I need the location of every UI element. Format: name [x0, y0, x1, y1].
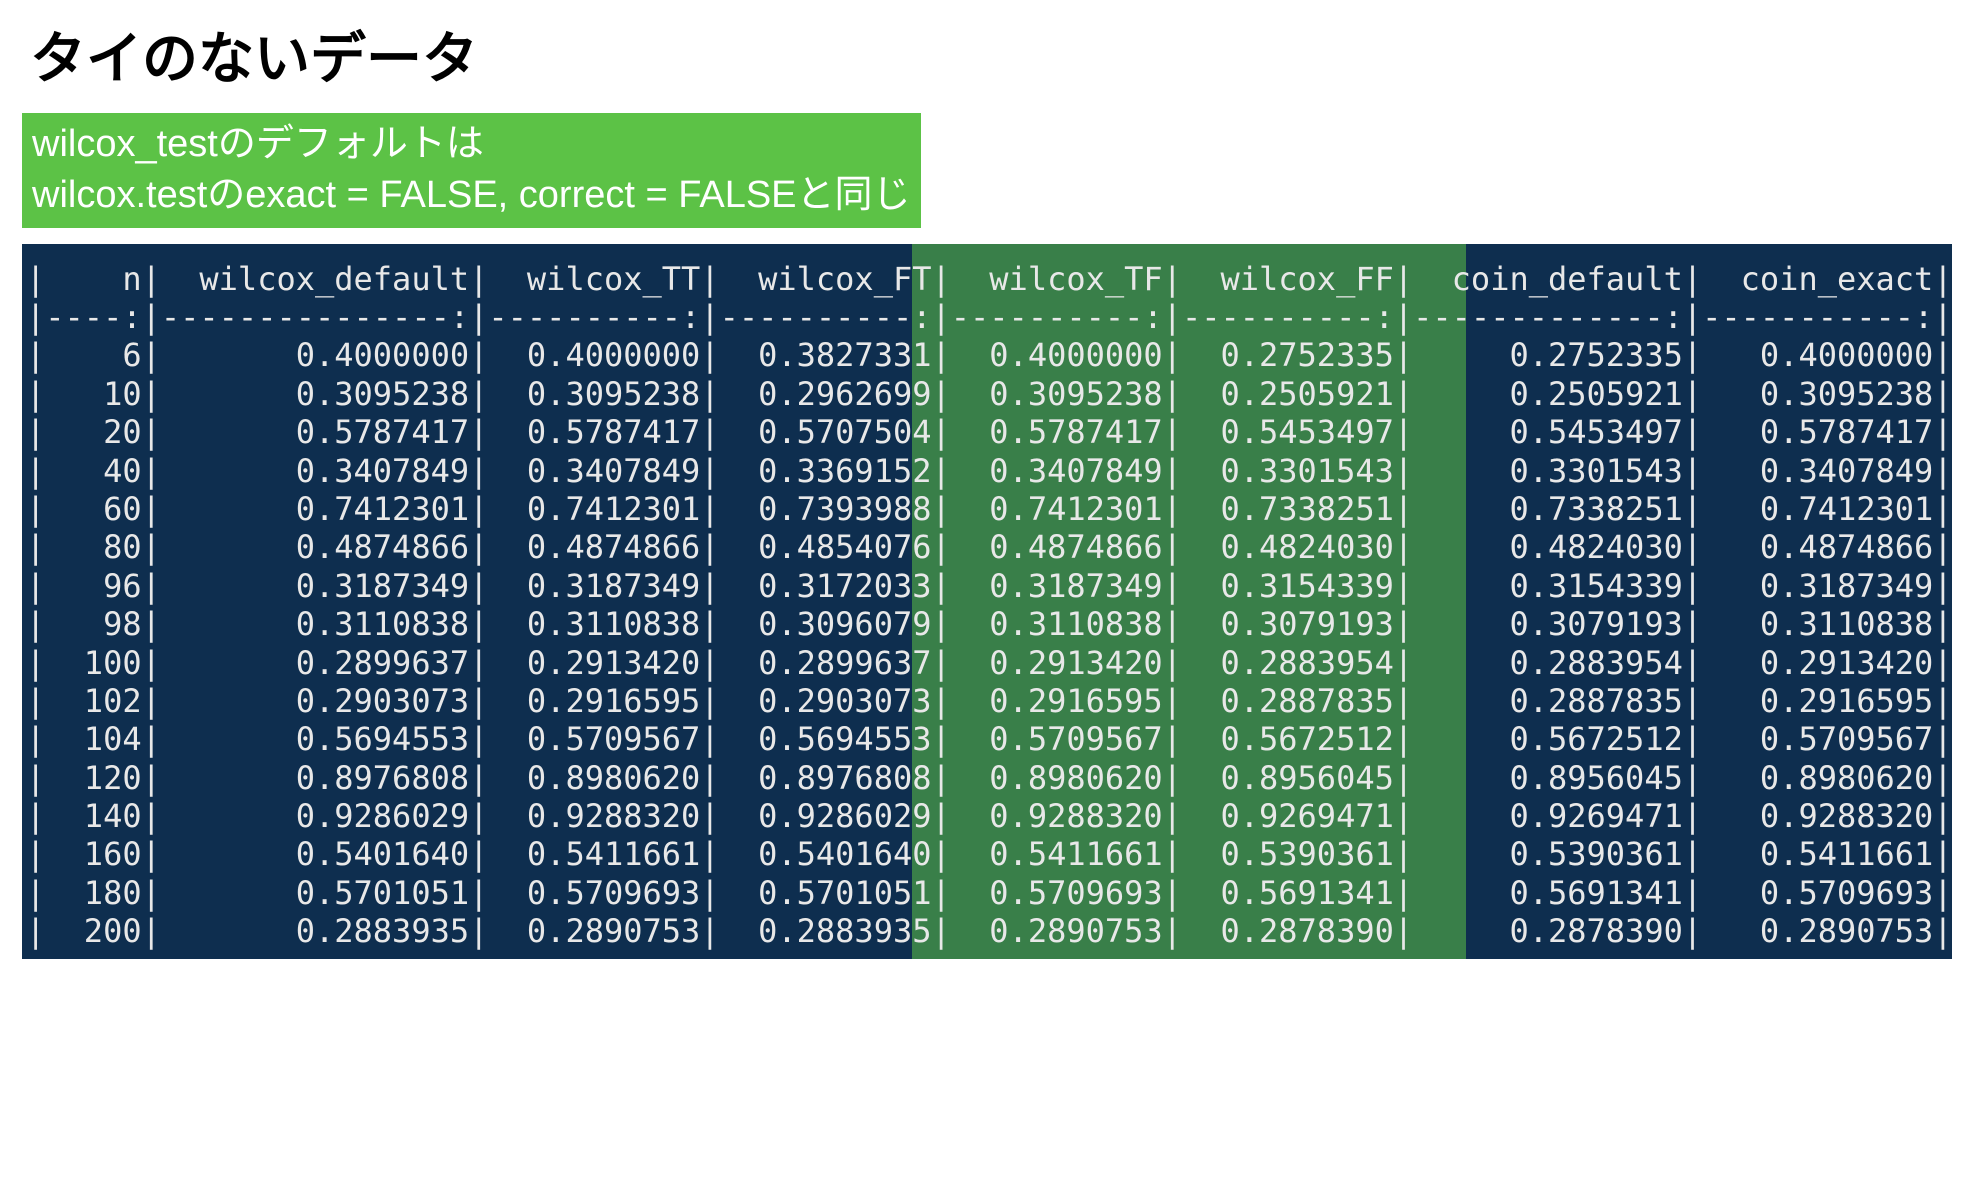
subtitle-line-2: wilcox.testのexact = FALSE, correct = FAL… — [32, 174, 911, 216]
subtitle-highlight: wilcox_testのデフォルトは wilcox.testのexact = F… — [22, 113, 921, 228]
markdown-table: | n| wilcox_default| wilcox_TT| wilcox_F… — [26, 260, 1948, 951]
slide-title: タイのないデータ — [0, 0, 1974, 113]
subtitle-line-1: wilcox_testのデフォルトは — [32, 123, 484, 165]
code-output-block: | n| wilcox_default| wilcox_TT| wilcox_F… — [22, 244, 1952, 959]
